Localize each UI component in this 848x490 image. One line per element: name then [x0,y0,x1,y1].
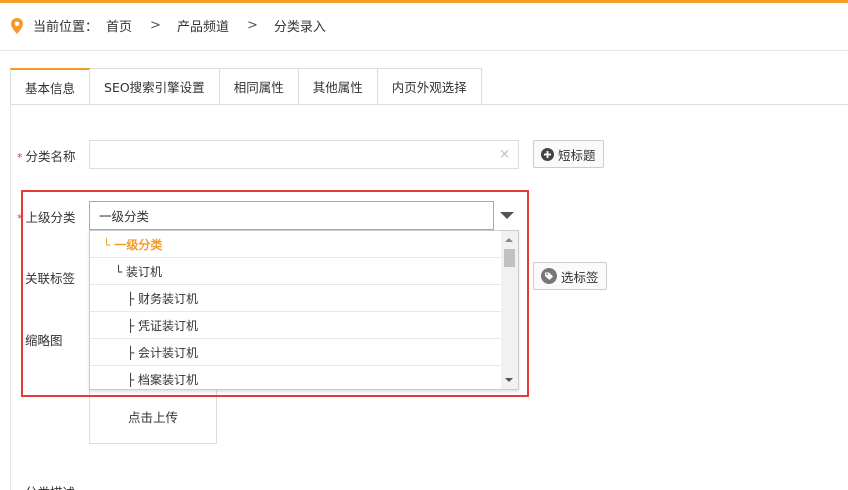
header-divider [0,50,848,51]
breadcrumb-product-channel[interactable]: 产品频道 [177,16,229,35]
scrollbar-thumb[interactable] [504,249,515,267]
tab-page-appearance[interactable]: 内页外观选择 [377,68,482,105]
tab-content-border [10,104,848,105]
breadcrumb-current: 分类录入 [273,19,326,35]
breadcrumb-home[interactable]: 首页 [106,16,132,35]
caret-down-icon[interactable] [494,201,519,230]
breadcrumb-separator: > [246,17,258,33]
upload-button[interactable]: 点击上传 [89,390,217,444]
related-tags-label: 关联标签 [25,271,76,286]
thumbnail-label: 缩略图 [25,333,63,348]
upload-label: 点击上传 [127,410,178,425]
tag-icon [541,268,557,284]
short-title-button[interactable]: 短标题 [533,140,604,168]
dropdown-option[interactable]: ├ 财务装订机 [90,285,502,312]
dropdown-option[interactable]: └ 一级分类 [90,231,502,258]
required-mark: * [17,212,23,225]
breadcrumb: 当前位置： 首页 > 产品频道 > 分类录入 [10,15,326,35]
tab-bar: 基本信息 SEO搜索引擎设置 相同属性 其他属性 内页外观选择 [10,68,482,105]
parent-category-dropdown: └ 一级分类 └ 装订机 ├ 财务装订机 ├ 凭证装订机 ├ 会计装订机 ├ 档… [89,230,519,390]
description-label: 分类描述 [25,482,75,490]
tab-seo[interactable]: SEO搜索引擎设置 [90,68,220,105]
breadcrumb-prefix: 当前位置： [33,19,99,35]
plus-circle-icon [541,147,554,161]
required-mark: * [17,151,23,164]
parent-category-label: * 上级分类 [17,210,76,225]
select-tags-button-label: 选标签 [561,269,599,285]
tab-basic-info[interactable]: 基本信息 [10,68,91,105]
short-title-button-label: 短标题 [558,147,596,163]
category-name-label: * 分类名称 [17,149,76,164]
tab-other-attributes[interactable]: 其他属性 [298,68,378,105]
parent-category-value: 一级分类 [99,209,150,224]
dropdown-option[interactable]: ├ 档案装订机 [90,366,502,389]
category-name-input[interactable]: × [89,140,519,169]
scroll-up-icon[interactable] [505,238,513,242]
clear-icon[interactable]: × [499,147,510,162]
parent-category-select[interactable]: 一级分类 [89,201,494,230]
breadcrumb-separator: > [150,17,161,33]
dropdown-option[interactable]: ├ 凭证装订机 [90,312,502,339]
select-tags-button[interactable]: 选标签 [533,262,607,290]
scroll-down-icon[interactable] [505,378,513,382]
dropdown-scrollbar[interactable] [501,231,518,389]
tab-content-left-border [10,105,11,490]
location-pin-icon [10,18,24,34]
dropdown-option[interactable]: ├ 会计装订机 [90,339,502,366]
dropdown-option[interactable]: └ 装订机 [90,258,502,285]
top-accent-line [0,0,848,3]
tab-common-attributes[interactable]: 相同属性 [219,68,299,105]
